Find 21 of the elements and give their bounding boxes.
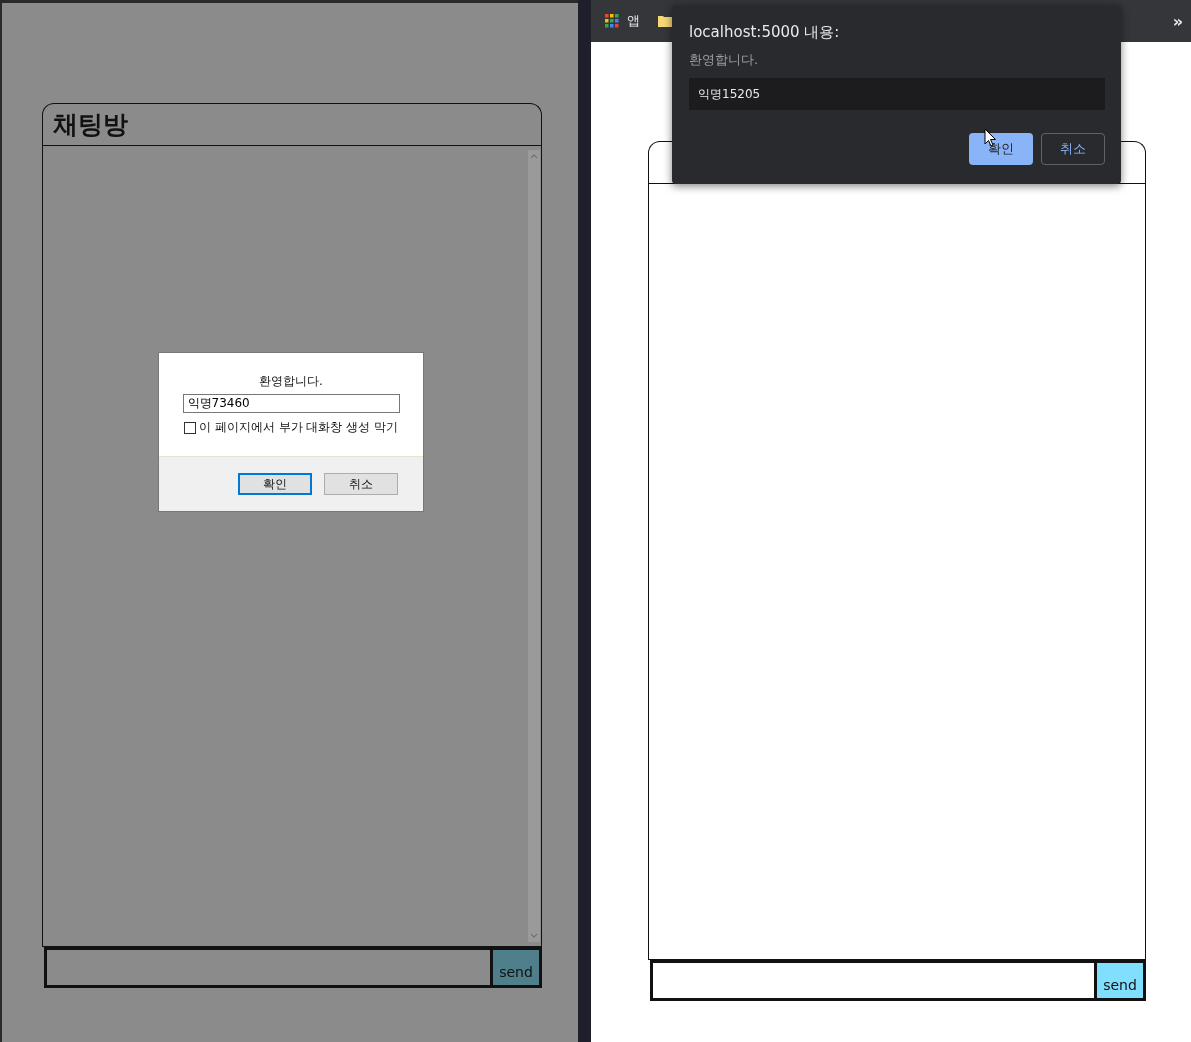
- dialog-title: localhost:5000 내용:: [689, 23, 841, 42]
- scrollbar[interactable]: [528, 150, 540, 942]
- send-button[interactable]: send: [1097, 960, 1146, 1001]
- chat-title: 채팅방: [53, 109, 128, 141]
- dialog-button[interactable]: 취소: [1041, 133, 1105, 165]
- message-input[interactable]: [650, 960, 1097, 1001]
- bookmark-label[interactable]: 앱: [627, 12, 640, 30]
- dialog-button[interactable]: 확인: [969, 133, 1033, 165]
- more-bookmarks[interactable]: »: [1172, 11, 1183, 31]
- dialog-button[interactable]: 취소: [324, 473, 398, 495]
- apps-grid-icon[interactable]: [605, 14, 619, 28]
- dialog-button[interactable]: 확인: [238, 473, 312, 495]
- name-input[interactable]: 익명15205: [689, 78, 1105, 110]
- folder-icon[interactable]: [658, 15, 672, 27]
- dialog-message: 환영합니다.: [689, 51, 760, 69]
- checkbox-label: 이 페이지에서 부가 대화창 생성 막기: [198, 419, 399, 436]
- send-button[interactable]: send: [493, 947, 542, 988]
- dialog-message: 환영합니다.: [259, 373, 323, 390]
- name-input[interactable]: 익명73460: [182, 394, 400, 413]
- checkbox[interactable]: [183, 421, 196, 434]
- message-input[interactable]: [44, 947, 493, 988]
